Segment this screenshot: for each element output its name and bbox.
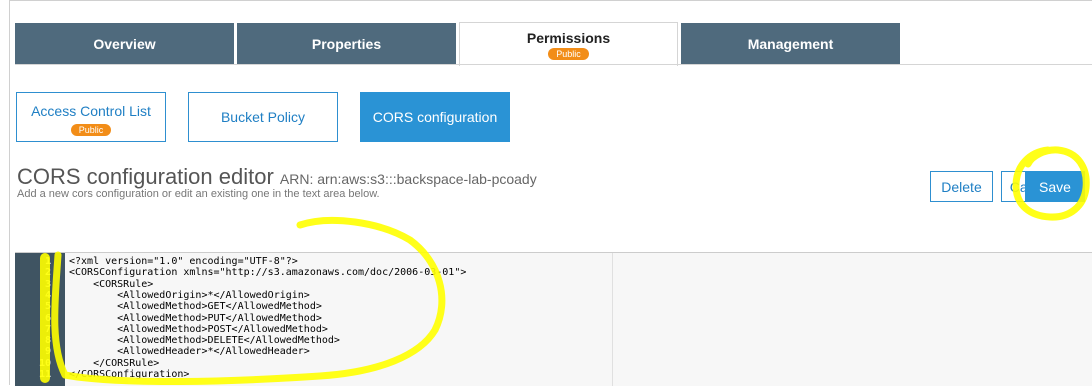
code-text: <CORSRule>	[69, 278, 154, 290]
line-number: 10	[38, 357, 51, 369]
tab-label: Overview	[93, 35, 156, 52]
code-text: <AllowedMethod>PUT</AllowedMethod>	[69, 312, 322, 324]
code-text: </CORSRule>	[69, 357, 160, 369]
code-text: <?xml version="1.0" encoding="UTF-8"?>	[69, 256, 298, 267]
bucket-arn: ARN: arn:aws:s3:::backspace-lab-pcoady	[279, 171, 537, 187]
tab-label: Management	[747, 35, 834, 52]
code-text: <AllowedOrigin>*</AllowedOrigin>	[69, 289, 310, 301]
line-number: 9	[44, 346, 51, 358]
code-text: <AllowedHeader>*</AllowedHeader>	[69, 346, 310, 358]
permission-subtabs: Access Control List Public Bucket Policy…	[16, 92, 532, 142]
print-margin	[612, 253, 613, 386]
line-number: 4	[44, 289, 51, 301]
public-badge: Public	[70, 124, 112, 136]
tab-label: Properties	[311, 35, 382, 52]
subtab-bucket-policy[interactable]: Bucket Policy	[188, 92, 338, 142]
delete-button[interactable]: Delete	[930, 171, 993, 202]
tab-permissions[interactable]: Permissions Public	[459, 22, 678, 66]
tab-divider	[15, 64, 1092, 65]
line-number: 6	[44, 312, 51, 324]
main-tabs: Overview Properties Permissions Public M…	[15, 22, 903, 66]
tab-management[interactable]: Management	[681, 23, 900, 64]
subtab-label: CORS configuration	[372, 109, 498, 125]
tab-properties[interactable]: Properties	[237, 23, 456, 64]
tab-label: Permissions	[526, 29, 611, 46]
line-number: 7	[44, 323, 51, 335]
code-text: <AllowedMethod>DELETE</AllowedMethod>	[69, 335, 340, 347]
line-number: 8	[44, 335, 51, 347]
code-text: <CORSConfiguration xmlns="http://s3.amaz…	[69, 267, 467, 279]
editor-title: CORS configuration editor	[17, 164, 274, 189]
tab-overview[interactable]: Overview	[15, 23, 234, 64]
editor-description: Add a new cors configuration or edit an …	[17, 188, 380, 200]
code-text: </CORSConfiguration>	[69, 369, 190, 380]
code-text: <AllowedMethod>GET</AllowedMethod>	[69, 301, 322, 313]
line-number: 11	[38, 369, 51, 380]
subtab-access-control-list[interactable]: Access Control List Public	[16, 92, 166, 142]
code-text: <AllowedMethod>POST</AllowedMethod>	[69, 323, 328, 335]
line-number: 3	[44, 278, 51, 290]
public-badge: Public	[548, 47, 589, 60]
subtab-label: Access Control List	[31, 103, 151, 119]
subtab-cors-configuration[interactable]: CORS configuration	[360, 92, 510, 142]
line-number: 1	[44, 256, 51, 267]
page-title: CORS configuration editor ARN: arn:aws:s…	[17, 164, 537, 190]
cors-code-editor[interactable]: 1 <?xml version="1.0" encoding="UTF-8"?> 2…	[15, 252, 1092, 386]
line-number: 2	[44, 267, 51, 279]
subtab-label: Bucket Policy	[220, 109, 306, 125]
line-number: 5	[44, 301, 51, 313]
save-button[interactable]: Save	[1025, 171, 1085, 202]
